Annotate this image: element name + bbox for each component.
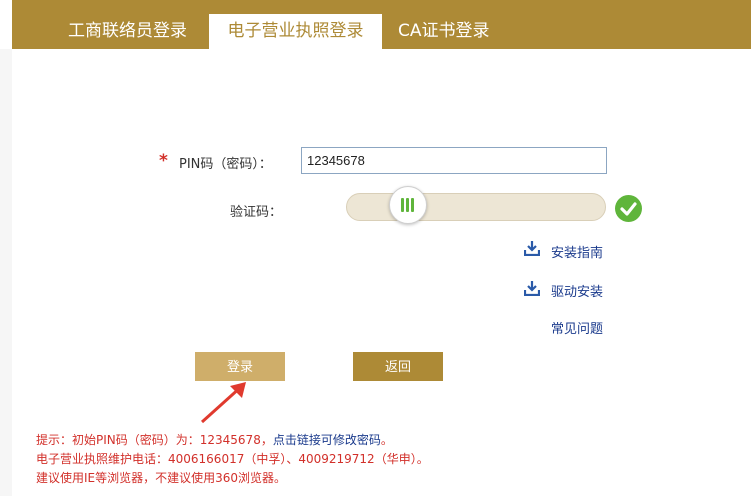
tab-e-license-login[interactable]: 电子营业执照登录	[209, 14, 382, 49]
tip-line-1: 提示：初始PIN码（密码）为：12345678，点击链接可修改密码。	[36, 431, 429, 450]
download-icon	[524, 241, 540, 256]
download-icon	[524, 281, 540, 296]
check-circle-icon	[615, 195, 642, 222]
red-arrow-annotation	[200, 382, 246, 424]
required-mark: *	[159, 151, 168, 171]
pin-input[interactable]: 12345678	[301, 147, 607, 174]
tip-punctuation: 。	[380, 433, 393, 447]
tip-line-3: 建议使用IE等浏览器，不建议使用360浏览器。	[36, 471, 287, 485]
tab-ca-cert-login[interactable]: CA证书登录	[398, 14, 490, 49]
tab-liaison-login[interactable]: 工商联络员登录	[68, 14, 187, 49]
change-password-link[interactable]: 点击链接可修改密码	[273, 433, 381, 447]
tip-text: 提示：初始PIN码（密码）为：12345678，	[36, 433, 273, 447]
captcha-slider-track[interactable]	[346, 193, 606, 221]
captcha-label: 验证码：	[230, 205, 283, 220]
tip-line-2: 电子营业执照维护电话：4006166017（中孚）、4009219712（华申）…	[36, 452, 429, 466]
back-button[interactable]: 返回	[353, 352, 443, 381]
tips-block: 提示：初始PIN码（密码）为：12345678，点击链接可修改密码。 电子营业执…	[36, 431, 429, 488]
login-tab-bar: 工商联络员登录 电子营业执照登录 CA证书登录	[12, 0, 751, 49]
left-margin	[0, 49, 12, 496]
driver-install-link[interactable]: 驱动安装	[551, 281, 603, 300]
faq-link[interactable]: 常见问题	[551, 318, 603, 337]
install-guide-link[interactable]: 安装指南	[551, 242, 603, 261]
captcha-slider-handle[interactable]	[389, 186, 427, 224]
slider-grip-icon	[401, 198, 415, 212]
pin-label: PIN码（密码）：	[179, 157, 272, 172]
